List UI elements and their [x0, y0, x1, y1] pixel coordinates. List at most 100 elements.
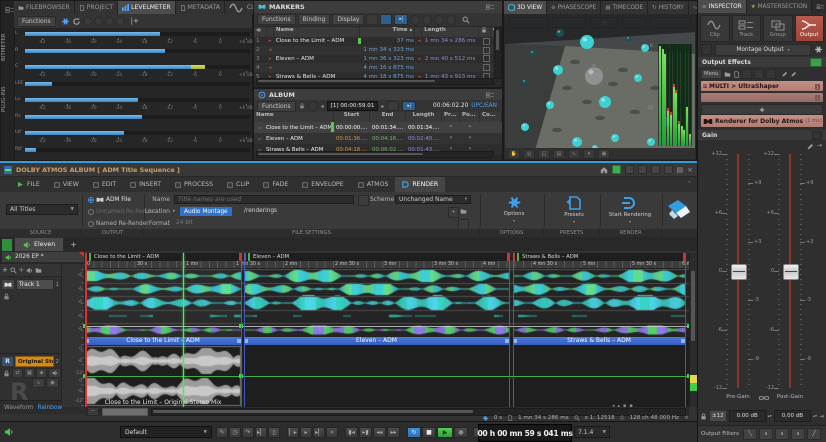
view-mode-rainbow[interactable]: Rainbow: [37, 405, 62, 411]
edit-all-icon[interactable]: [790, 71, 797, 78]
post-gain-value[interactable]: 0.00 dB: [773, 410, 811, 422]
markers-tab-binding[interactable]: Binding: [297, 14, 331, 25]
window-menu-icon[interactable]: ▤: [677, 166, 684, 174]
monitor-tool-icon[interactable]: [26, 267, 33, 274]
meter-option-dot[interactable]: [93, 16, 103, 26]
col-header[interactable]: [479, 27, 492, 37]
effect-slot-1[interactable]: ≡ MULTI > UltraShaper: [701, 81, 823, 91]
jog-button[interactable]: ↷: [242, 427, 254, 438]
album-followplay-button[interactable]: ▸|: [402, 101, 417, 111]
album-tool-button[interactable]: [387, 101, 400, 111]
montage-output-select[interactable]: Montage Output ▾: [715, 43, 811, 56]
timer-button[interactable]: ◷: [229, 427, 241, 438]
marker-followplay-button[interactable]: ▸|: [394, 14, 409, 25]
record-enable-indicator[interactable]: [611, 165, 621, 174]
ribbon-tab-clip[interactable]: CLIP: [220, 177, 256, 192]
swap-channels-button[interactable]: ⇄: [12, 368, 23, 378]
effects-menu-button[interactable]: Menu: [701, 69, 722, 79]
view-preset-button[interactable]: [650, 17, 691, 28]
track2-envelope-line[interactable]: [85, 376, 689, 377]
output-radio-2[interactable]: Named Re-Render: [88, 219, 149, 228]
col-header[interactable]: Post-Gap: [460, 112, 480, 122]
window-close-icon[interactable]: ×: [687, 166, 693, 174]
channel-config-select[interactable]: 7.1.4 ▼: [574, 426, 610, 438]
clip-label-bar-1[interactable]: Eleven – ADM: [244, 337, 509, 345]
col-header[interactable]: End: [370, 112, 406, 122]
edit-effect-icon[interactable]: [781, 71, 788, 78]
home-icon[interactable]: [600, 166, 608, 174]
marker-lock-checkbox[interactable]: [482, 37, 490, 45]
marker-row[interactable]: 2◂1 mn 34 s 323 msClose to the Limit – A: [254, 45, 496, 55]
mode-button-track[interactable]: Track: [731, 15, 761, 42]
envelope-edit-icon[interactable]: [806, 142, 814, 151]
marker-row[interactable]: 1 ▸ Close to the Limit – ADM 37 ms ◂ 1 mn 34 …: [254, 37, 496, 46]
view-preset-button[interactable]: [509, 17, 549, 28]
envelope-button[interactable]: ∿: [32, 378, 45, 388]
mode-button-group[interactable]: Group: [763, 15, 793, 42]
col-header[interactable]: [254, 27, 267, 37]
effects-tool-button[interactable]: [753, 69, 764, 79]
gain-range-button[interactable]: ±12: [709, 410, 727, 422]
pre-gain-value[interactable]: 0.00 dB: [728, 410, 766, 422]
document-tab-eleven[interactable]: Eleven: [14, 237, 65, 251]
album-option-dot[interactable]: [307, 101, 318, 111]
montage-vscrollbar[interactable]: [689, 253, 697, 407]
lowpass-filter-button[interactable]: ╲: [742, 428, 757, 440]
col-header[interactable]: [267, 27, 274, 37]
clip-label-bar-0[interactable]: Close to the Limit – ADM: [85, 337, 241, 345]
view-control-icon[interactable]: ▪: [629, 403, 632, 409]
record-button[interactable]: ●: [454, 427, 468, 438]
play-to-end-button[interactable]: ▸▏: [313, 427, 325, 438]
move-tool-icon[interactable]: ✛: [19, 267, 24, 274]
go-end-button[interactable]: ▸▮: [359, 427, 372, 438]
start-rendering-button[interactable]: Start Rendering ▾: [602, 193, 658, 227]
col-header[interactable]: Time ▴: [360, 27, 416, 37]
panel-menu-icon[interactable]: [816, 3, 826, 10]
rail-tab-bitmeter[interactable]: BITMETER: [1, 23, 14, 71]
location-menu-button[interactable]: ▾: [448, 207, 459, 218]
pre-gain-spinner[interactable]: ▴▾: [768, 414, 772, 418]
stop-button[interactable]: ■: [422, 427, 436, 438]
marker-option-dot[interactable]: [422, 14, 433, 25]
play-from-start-button[interactable]: ▏▸: [287, 427, 299, 438]
marker-split-button[interactable]: [380, 14, 393, 25]
meter-reset-icon[interactable]: [72, 17, 81, 26]
zoom-out-button[interactable]: −: [87, 407, 99, 416]
tab-inspector[interactable]: ≡ INSPECTOR: [698, 0, 747, 13]
bandpass2-filter-button[interactable]: ∧: [774, 428, 789, 440]
marker-lock-checkbox[interactable]: [482, 46, 490, 54]
view-control-icon[interactable]: ◂: [612, 403, 615, 409]
play-range-button[interactable]: ▸▏: [255, 427, 267, 438]
focus-tool-icon[interactable]: ◎: [523, 148, 535, 159]
transport-preset-select[interactable]: Default ▼: [120, 426, 212, 438]
track1-name[interactable]: Track 1: [16, 279, 54, 290]
tab-mastersection[interactable]: ★ MASTERSECTION: [746, 0, 813, 13]
play-skip-button[interactable]: »: [326, 427, 338, 438]
scheme-select[interactable]: Unchanged Name ▾: [395, 195, 471, 204]
marker-option-dot[interactable]: [446, 14, 457, 25]
delete-effect-icon[interactable]: [814, 94, 823, 101]
col-header[interactable]: [415, 27, 423, 37]
marker-option-dot[interactable]: [434, 14, 445, 25]
bypass-icon[interactable]: ⇥: [817, 142, 822, 151]
visibility-button[interactable]: ◉: [46, 378, 59, 388]
add-track-button[interactable]: +: [2, 266, 8, 274]
functions-menu-button[interactable]: Functions: [17, 15, 56, 27]
delete-effect-icon[interactable]: [814, 83, 823, 90]
markers-tab-functions[interactable]: Functions: [257, 14, 296, 25]
meter-option-dot[interactable]: [104, 16, 114, 26]
edit-mode-button[interactable]: ✎: [216, 427, 228, 438]
meter-settings-icon[interactable]: [61, 17, 70, 26]
marker-option-dot[interactable]: [410, 14, 421, 25]
star-tool-icon[interactable]: ✦: [583, 148, 595, 159]
tab-levelmeter[interactable]: LEVELMETER: [118, 1, 176, 14]
add-effect-slot[interactable]: +: [701, 104, 823, 115]
album-hscrollbar[interactable]: [256, 151, 494, 158]
marker-search-icon[interactable]: [462, 16, 471, 24]
ribbon-tab-process[interactable]: PROCESS: [168, 177, 220, 192]
ribbon-collapse-icon[interactable]: ˄: [688, 177, 697, 192]
zone-tool-icon[interactable]: ◱: [538, 148, 550, 159]
ribbon-tab-atmos[interactable]: ATMOS: [351, 177, 396, 192]
track1-header[interactable]: Track 11: [0, 277, 61, 354]
box-tool-icon[interactable]: ▣: [598, 148, 610, 159]
